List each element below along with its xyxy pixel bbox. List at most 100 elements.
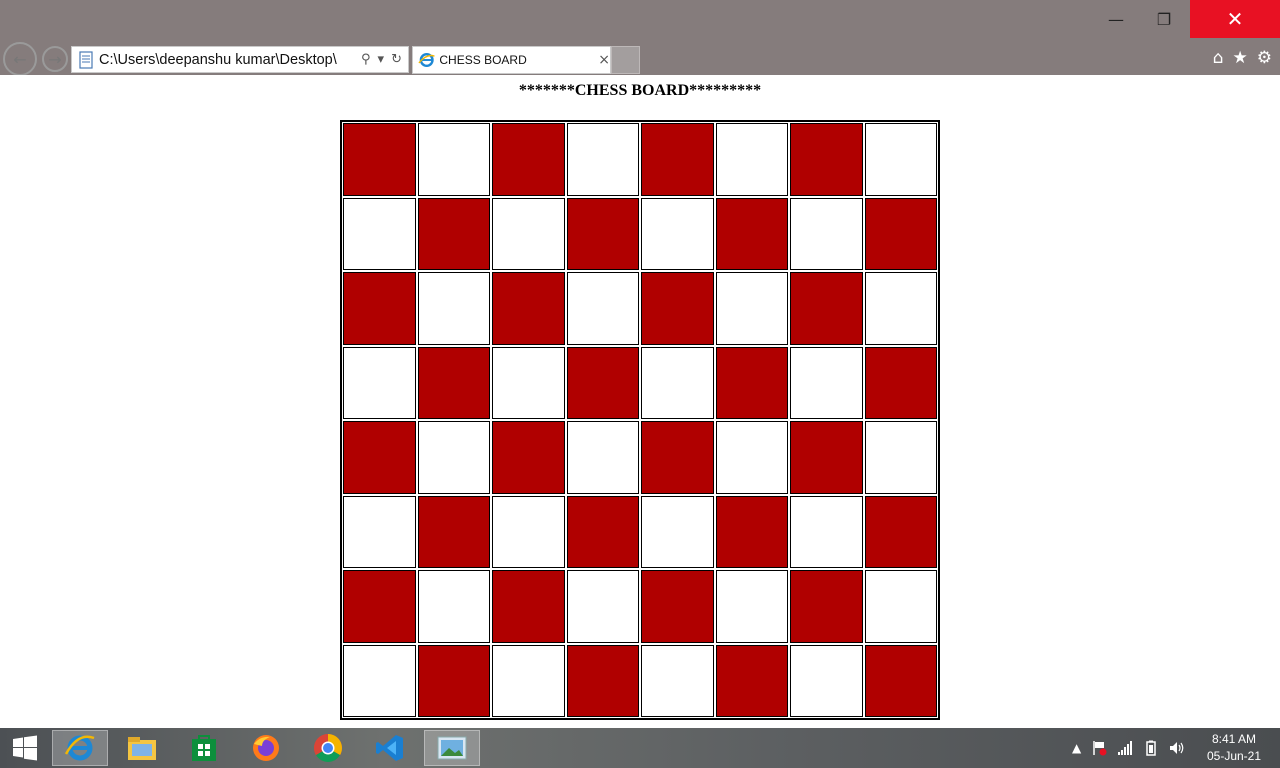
- dark-square: [417, 346, 490, 419]
- taskbar-store[interactable]: [176, 730, 232, 766]
- taskbar-clock[interactable]: 8:41 AM 05-Jun-21: [1196, 731, 1272, 765]
- address-bar[interactable]: C:\Users\deepanshu kumar\Desktop\ ⚲ ▾ ↻: [71, 46, 409, 73]
- dark-square: [790, 123, 863, 196]
- search-icon[interactable]: ⚲: [361, 52, 371, 67]
- new-tab-button[interactable]: [611, 46, 640, 74]
- taskbar: ▲ 8:41 AM 05-Jun-21: [0, 728, 1280, 768]
- light-square: [492, 644, 565, 717]
- light-square: [790, 197, 863, 270]
- taskbar-photos[interactable]: [424, 730, 480, 766]
- system-tray: ▲: [1072, 728, 1185, 768]
- light-square: [641, 495, 714, 568]
- dark-square: [492, 421, 565, 494]
- back-button[interactable]: ←: [3, 42, 37, 76]
- address-input[interactable]: C:\Users\deepanshu kumar\Desktop\: [99, 52, 357, 68]
- forward-arrow-icon: →: [48, 49, 62, 69]
- light-square: [790, 346, 863, 419]
- light-square: [715, 421, 788, 494]
- dark-square: [715, 346, 788, 419]
- light-square: [492, 197, 565, 270]
- light-square: [492, 346, 565, 419]
- dark-square: [641, 570, 714, 643]
- light-square: [566, 123, 639, 196]
- favorites-icon[interactable]: ★: [1233, 48, 1248, 68]
- light-square: [343, 197, 416, 270]
- clock-date: 05-Jun-21: [1206, 749, 1262, 763]
- internet-explorer-icon: [64, 735, 95, 761]
- browser-titlebar: — ❐ ✕ ← → C:\Users\deepanshu kumar\Deskt…: [0, 0, 1280, 76]
- dark-square: [492, 570, 565, 643]
- page-title: *******CHESS BOARD*********: [518, 82, 762, 99]
- dark-square: [492, 123, 565, 196]
- start-button[interactable]: [2, 730, 48, 766]
- taskbar-firefox[interactable]: [238, 730, 294, 766]
- taskbar-file-explorer[interactable]: [114, 730, 170, 766]
- light-square: [715, 570, 788, 643]
- dark-square: [864, 495, 937, 568]
- light-square: [864, 272, 937, 345]
- dark-square: [417, 495, 490, 568]
- file-explorer-icon: [128, 737, 156, 760]
- light-square: [417, 272, 490, 345]
- firefox-icon: [253, 735, 279, 761]
- store-icon: [192, 735, 216, 761]
- tab-chess-board[interactable]: CHESS BOARD ×: [412, 46, 611, 74]
- dark-square: [343, 570, 416, 643]
- volume-icon[interactable]: [1169, 740, 1185, 756]
- light-square: [641, 644, 714, 717]
- ie-tab-icon: [418, 52, 435, 68]
- restore-icon: ❐: [1156, 9, 1172, 29]
- dark-square: [566, 197, 639, 270]
- light-square: [566, 570, 639, 643]
- light-square: [641, 197, 714, 270]
- dark-square: [790, 421, 863, 494]
- dark-square: [864, 346, 937, 419]
- light-square: [343, 495, 416, 568]
- chrome-icon: [314, 734, 342, 762]
- light-square: [715, 272, 788, 345]
- page-content: *******CHESS BOARD*********: [0, 75, 1280, 728]
- dark-square: [566, 346, 639, 419]
- light-square: [790, 495, 863, 568]
- taskbar-internet-explorer[interactable]: [52, 730, 108, 766]
- dark-square: [641, 123, 714, 196]
- action-center-flag-icon[interactable]: [1091, 740, 1107, 756]
- back-arrow-icon: ←: [13, 49, 27, 69]
- dark-square: [417, 644, 490, 717]
- start-icon: [13, 735, 37, 761]
- dark-square: [715, 197, 788, 270]
- home-icon[interactable]: ⌂: [1213, 48, 1224, 68]
- light-square: [343, 644, 416, 717]
- refresh-icon[interactable]: ↻: [391, 52, 402, 67]
- settings-icon[interactable]: ⚙: [1257, 48, 1272, 68]
- minimize-button[interactable]: —: [1094, 0, 1138, 38]
- dark-square: [864, 644, 937, 717]
- taskbar-vscode[interactable]: [362, 730, 418, 766]
- show-hidden-icons-icon[interactable]: ▲: [1072, 741, 1081, 755]
- close-button[interactable]: ✕: [1190, 0, 1280, 38]
- light-square: [566, 272, 639, 345]
- dark-square: [790, 272, 863, 345]
- light-square: [566, 421, 639, 494]
- battery-icon[interactable]: [1143, 740, 1159, 756]
- chess-board: [340, 120, 940, 720]
- dark-square: [641, 272, 714, 345]
- light-square: [790, 644, 863, 717]
- dark-square: [343, 421, 416, 494]
- maximize-button[interactable]: ❐: [1142, 0, 1186, 38]
- minimize-icon: —: [1108, 9, 1124, 29]
- light-square: [343, 346, 416, 419]
- light-square: [864, 123, 937, 196]
- dark-square: [790, 570, 863, 643]
- taskbar-chrome[interactable]: [300, 730, 356, 766]
- dark-square: [417, 197, 490, 270]
- light-square: [641, 346, 714, 419]
- vscode-icon: [376, 735, 403, 761]
- dark-square: [715, 495, 788, 568]
- forward-button[interactable]: →: [42, 46, 68, 72]
- tab-close-icon[interactable]: ×: [598, 52, 610, 68]
- light-square: [864, 421, 937, 494]
- clock-time: 8:41 AM: [1211, 732, 1257, 746]
- dropdown-icon[interactable]: ▾: [378, 52, 385, 67]
- network-signal-icon[interactable]: [1117, 740, 1133, 756]
